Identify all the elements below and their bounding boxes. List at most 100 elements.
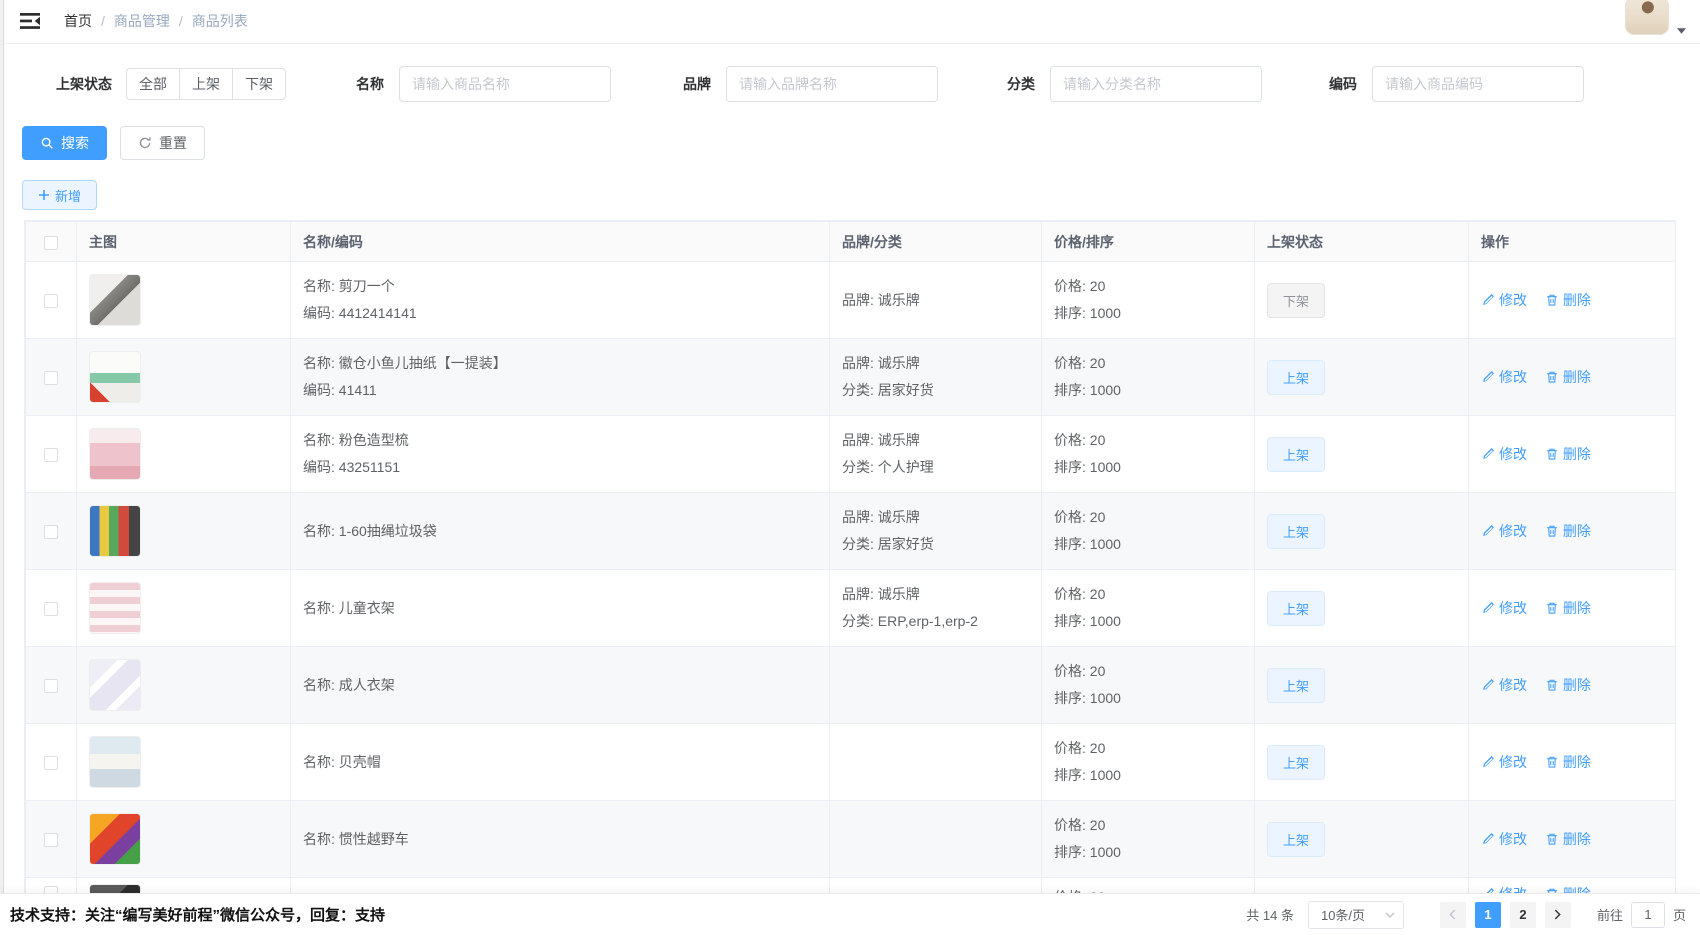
breadcrumb: 首页 / 商品管理 / 商品列表: [64, 11, 248, 31]
status-badge[interactable]: 上架: [1267, 822, 1325, 857]
plus-icon: [38, 189, 50, 201]
name-line: 名称: 1-60抽绳垃圾袋: [303, 518, 817, 545]
filter-bar: 上架状态 全部 上架 下架 名称 品牌 分类 编码: [0, 64, 1700, 104]
code-line: 编码: 41411: [303, 377, 817, 404]
row-checkbox[interactable]: [44, 679, 58, 693]
status-filter-on[interactable]: 上架: [179, 68, 233, 100]
search-button[interactable]: 搜索: [22, 126, 107, 160]
status-badge[interactable]: 上架: [1267, 360, 1325, 395]
edit-link[interactable]: 修改: [1481, 444, 1527, 464]
delete-icon: [1545, 678, 1559, 692]
delete-link[interactable]: 删除: [1545, 675, 1591, 695]
column-header-brand-category: 品牌/分类: [830, 222, 1042, 262]
status-badge[interactable]: 上架: [1267, 745, 1325, 780]
page-button-1[interactable]: 1: [1475, 902, 1501, 928]
delete-link[interactable]: 删除: [1545, 290, 1591, 310]
brand-line: 品牌: 诚乐牌: [842, 427, 1029, 454]
sidebar-fold-icon[interactable]: [20, 12, 40, 30]
delete-icon: [1545, 447, 1559, 461]
prev-page-button[interactable]: [1440, 902, 1466, 928]
edit-link[interactable]: 修改: [1481, 290, 1527, 310]
product-code: 4412414141: [339, 305, 417, 321]
product-table-body: 名称: 剪刀一个 编码: 4412414141 品牌: 诚乐牌 分类: 价格: …: [26, 262, 1676, 935]
column-header-name-code: 名称/编码: [291, 222, 830, 262]
product-price: 20: [1090, 432, 1106, 448]
product-thumbnail: [89, 582, 141, 634]
product-category: ERP,erp-1,erp-2: [878, 613, 978, 629]
column-header-status: 上架状态: [1255, 222, 1469, 262]
brand-filter-label: 品牌: [683, 74, 711, 94]
product-sort: 1000: [1090, 459, 1121, 475]
row-checkbox[interactable]: [44, 294, 58, 308]
table-row: 名称: 徽仓小鱼儿抽纸【一提装】 编码: 41411 品牌: 诚乐牌 分类: 居…: [26, 339, 1676, 416]
breadcrumb-home[interactable]: 首页: [64, 11, 92, 31]
delete-icon: [1545, 755, 1559, 769]
status-badge[interactable]: 上架: [1267, 437, 1325, 472]
category-filter-input[interactable]: [1050, 66, 1262, 102]
name-line: 名称: 粉色造型梳: [303, 427, 817, 454]
product-name: 惯性越野车: [339, 831, 409, 847]
sort-line: 排序: 1000: [1054, 839, 1242, 866]
price-line: 价格: 20: [1054, 658, 1242, 685]
search-actions: 搜索 重置: [22, 126, 1700, 160]
status-badge[interactable]: 上架: [1267, 591, 1325, 626]
edit-link[interactable]: 修改: [1481, 829, 1527, 849]
product-brand: 诚乐牌: [878, 355, 920, 371]
add-button[interactable]: 新增: [22, 180, 97, 210]
status-filter-all[interactable]: 全部: [126, 68, 180, 100]
goto-page-input[interactable]: [1631, 902, 1665, 928]
category-line: 分类: 居家好货: [842, 531, 1029, 558]
edit-link[interactable]: 修改: [1481, 675, 1527, 695]
user-menu[interactable]: [1625, 0, 1686, 39]
price-line: 价格: 20: [1054, 735, 1242, 762]
status-filter-off[interactable]: 下架: [232, 68, 286, 100]
product-price: 20: [1090, 740, 1106, 756]
delete-icon: [1545, 832, 1559, 846]
code-line: 编码: 4412414141: [303, 300, 817, 327]
delete-link[interactable]: 删除: [1545, 367, 1591, 387]
row-checkbox[interactable]: [44, 448, 58, 462]
status-badge[interactable]: 下架: [1267, 283, 1325, 318]
edit-icon: [1481, 447, 1495, 461]
category-line: 分类: 居家好货: [842, 377, 1029, 404]
edit-link[interactable]: 修改: [1481, 598, 1527, 618]
delete-link[interactable]: 删除: [1545, 444, 1591, 464]
delete-link[interactable]: 删除: [1545, 829, 1591, 849]
product-name: 徽仓小鱼儿抽纸【一提装】: [339, 355, 507, 371]
caret-down-icon[interactable]: [1677, 21, 1686, 39]
delete-link[interactable]: 删除: [1545, 521, 1591, 541]
select-all-checkbox[interactable]: [44, 236, 58, 250]
code-filter-input[interactable]: [1372, 66, 1584, 102]
row-checkbox[interactable]: [44, 833, 58, 847]
status-badge[interactable]: 上架: [1267, 514, 1325, 549]
name-line: 名称: 徽仓小鱼儿抽纸【一提装】: [303, 350, 817, 377]
row-checkbox[interactable]: [44, 756, 58, 770]
next-page-button[interactable]: [1545, 902, 1571, 928]
row-checkbox[interactable]: [44, 525, 58, 539]
delete-link[interactable]: 删除: [1545, 752, 1591, 772]
table-row: 名称: 粉色造型梳 编码: 43251151 品牌: 诚乐牌 分类: 个人护理 …: [26, 416, 1676, 493]
pagination: 共 14 条 10条/页 1 2 前往 页: [1246, 901, 1686, 929]
name-filter-input[interactable]: [399, 66, 611, 102]
brand-filter-input[interactable]: [726, 66, 938, 102]
row-checkbox[interactable]: [44, 371, 58, 385]
page-suffix: 页: [1673, 905, 1686, 924]
status-badge[interactable]: 上架: [1267, 668, 1325, 703]
page-button-2[interactable]: 2: [1510, 902, 1536, 928]
breadcrumb-product-management[interactable]: 商品管理: [114, 11, 170, 31]
price-line: 价格: 20: [1054, 350, 1242, 377]
product-code: 41411: [339, 382, 377, 398]
reset-button[interactable]: 重置: [120, 126, 205, 160]
delete-link[interactable]: 删除: [1545, 598, 1591, 618]
edit-icon: [1481, 755, 1495, 769]
avatar[interactable]: [1625, 0, 1669, 35]
edit-link[interactable]: 修改: [1481, 521, 1527, 541]
edit-link[interactable]: 修改: [1481, 752, 1527, 772]
row-checkbox[interactable]: [44, 602, 58, 616]
edit-link[interactable]: 修改: [1481, 367, 1527, 387]
product-name: 1-60抽绳垃圾袋: [339, 523, 437, 539]
name-line: 名称: 剪刀一个: [303, 273, 817, 300]
column-header-actions: 操作: [1469, 222, 1676, 262]
page-size-select[interactable]: 10条/页: [1308, 901, 1404, 929]
column-header-price-sort: 价格/排序: [1042, 222, 1255, 262]
